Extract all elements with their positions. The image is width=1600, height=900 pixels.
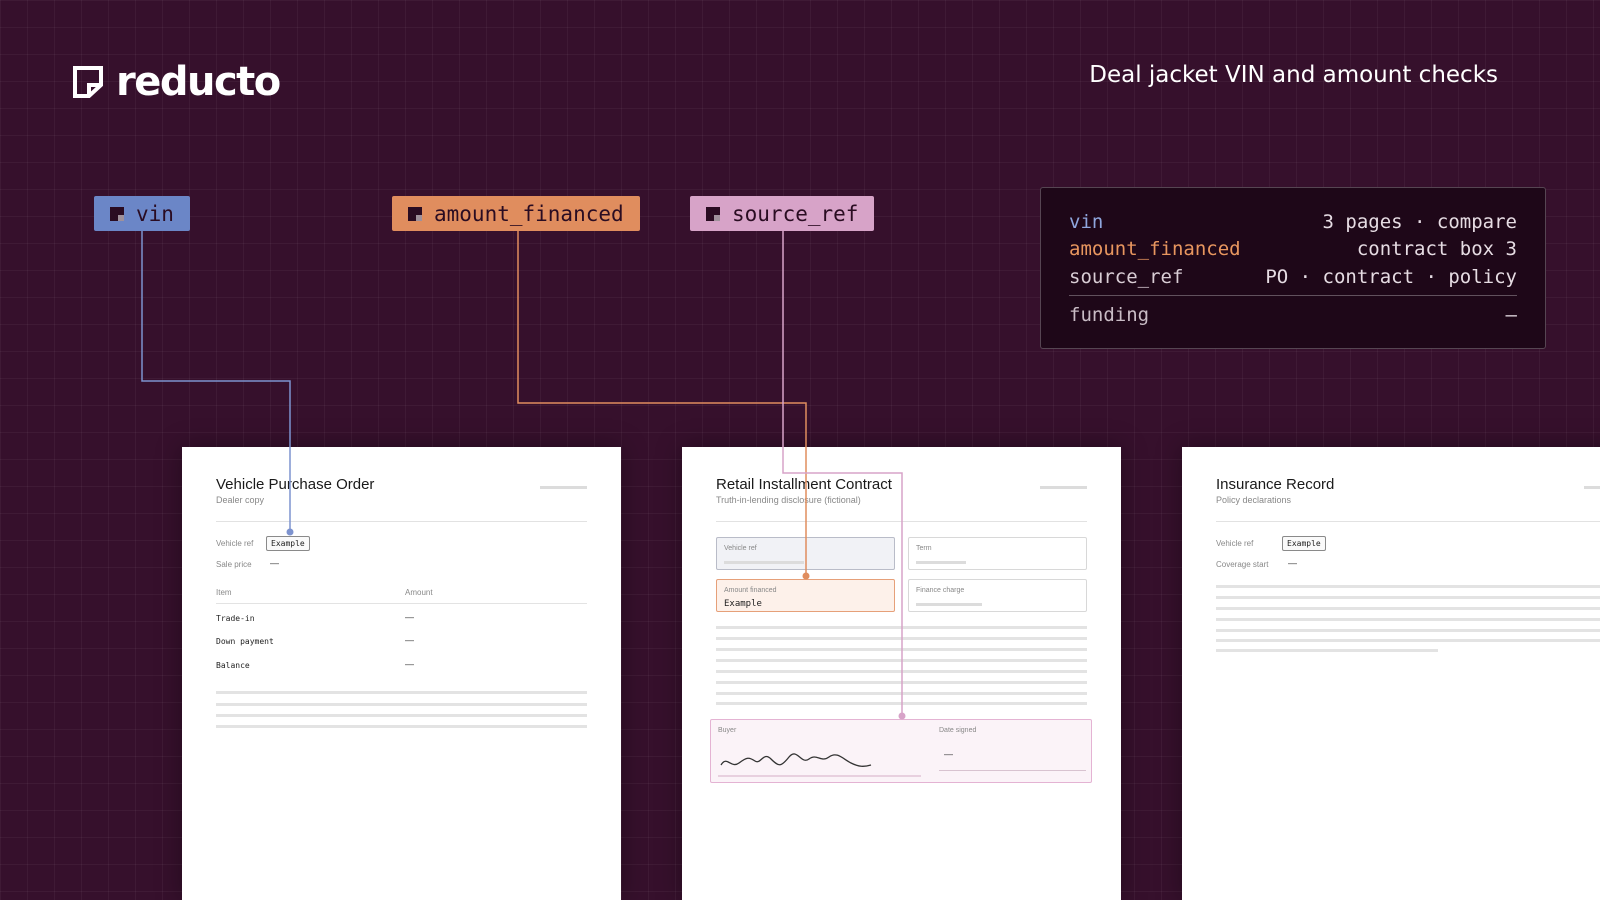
text-placeholder-line (716, 626, 1087, 629)
text-placeholder-line (216, 691, 587, 694)
vehicle-ref-label: Vehicle ref (216, 539, 254, 548)
table-header-item: Item (216, 588, 232, 597)
box-placeholder (724, 561, 804, 564)
chip-label: amount_financed (434, 201, 624, 226)
sale-price-value: — (270, 558, 279, 568)
box-placeholder (916, 603, 982, 606)
sale-price-label: Sale price (216, 560, 252, 569)
field-square-icon (408, 206, 422, 221)
text-placeholder-line (716, 659, 1087, 662)
summary-divider (1069, 294, 1517, 296)
coverage-start-value: — (1288, 558, 1297, 568)
document-subtitle: Dealer copy (216, 495, 265, 505)
text-placeholder-line (216, 714, 587, 717)
date-signed-label: Date signed (939, 727, 977, 734)
document-insurance-record: Insurance Record Policy declarations Veh… (1182, 447, 1600, 900)
reducto-logo-icon (73, 66, 103, 98)
finance-charge-box[interactable]: Finance charge (908, 579, 1087, 612)
divider (1216, 521, 1600, 522)
summary-value: contract box 3 (1356, 238, 1517, 261)
box-placeholder (916, 561, 966, 564)
table-row-amount: — (405, 635, 414, 645)
table-header-amount: Amount (405, 588, 433, 597)
text-placeholder-line (1216, 618, 1600, 621)
box-label: Vehicle ref (724, 545, 757, 552)
summary-row-amount-financed: amount_financed contract box 3 (1069, 236, 1517, 264)
document-installment-contract: Retail Installment Contract Truth-in-len… (682, 447, 1121, 900)
summary-key: funding (1069, 304, 1150, 327)
text-placeholder-line (716, 702, 1087, 705)
text-placeholder-line (1216, 585, 1600, 588)
text-placeholder-line (716, 637, 1087, 640)
date-signed-value: — (944, 749, 953, 759)
field-square-icon (706, 206, 720, 221)
text-placeholder-line (216, 703, 587, 706)
box-label: Finance charge (916, 587, 965, 594)
summary-row-vin: vin 3 pages · compare (1069, 208, 1517, 236)
text-placeholder-line (1216, 596, 1600, 599)
chip-amount-financed[interactable]: amount_financed (392, 196, 640, 231)
chip-source-ref[interactable]: source_ref (690, 196, 875, 231)
text-placeholder-line (716, 670, 1087, 673)
table-row-amount: — (405, 612, 414, 622)
header-dash (1040, 486, 1087, 489)
chip-label: vin (136, 201, 174, 226)
signature-block: Buyer Date signed — (710, 719, 1092, 783)
brand-logo: reducto (72, 59, 281, 105)
text-placeholder-line (716, 681, 1087, 684)
document-title: Vehicle Purchase Order (216, 476, 375, 493)
summary-panel: vin 3 pages · compare amount_financed co… (1040, 187, 1546, 349)
vehicle-ref-box[interactable]: Vehicle ref (716, 537, 895, 570)
summary-value: — (1505, 304, 1517, 327)
header-dash (1584, 486, 1600, 489)
text-placeholder-line (1216, 639, 1600, 642)
divider (216, 521, 587, 522)
vehicle-ref-label: Vehicle ref (1216, 539, 1254, 548)
table-row-item: Down payment (216, 637, 274, 646)
summary-value: PO · contract · policy (1265, 265, 1517, 288)
summary-value: 3 pages · compare (1322, 210, 1517, 233)
field-square-icon (110, 206, 124, 221)
text-placeholder-line (216, 725, 587, 728)
term-box[interactable]: Term (908, 537, 1087, 570)
summary-key: amount_financed (1069, 238, 1241, 261)
document-title: Retail Installment Contract (716, 476, 892, 493)
summary-key: source_ref (1069, 265, 1184, 288)
page-title: Deal jacket VIN and amount checks (1089, 62, 1498, 88)
table-row-item: Trade-in (216, 614, 255, 623)
box-label: Term (916, 545, 932, 552)
vehicle-ref-value[interactable]: Example (266, 536, 310, 551)
text-placeholder-line (1216, 629, 1600, 632)
divider (716, 521, 1087, 522)
text-placeholder-line (716, 648, 1087, 651)
chip-label: source_ref (732, 201, 859, 226)
brand-name: reducto (116, 59, 281, 105)
table-rule (216, 603, 587, 604)
text-placeholder-line (1216, 649, 1438, 652)
text-placeholder-line (1216, 607, 1600, 610)
document-subtitle: Policy declarations (1216, 495, 1292, 505)
document-title: Insurance Record (1216, 476, 1335, 493)
date-line (939, 770, 1086, 771)
text-placeholder-line (716, 692, 1087, 695)
buyer-label: Buyer (718, 727, 737, 734)
summary-row-source-ref: source_ref PO · contract · policy (1069, 263, 1517, 291)
signature-line (718, 775, 921, 777)
box-label: Amount financed (724, 587, 777, 594)
vehicle-ref-value[interactable]: Example (1282, 536, 1326, 551)
document-subtitle: Truth-in-lending disclosure (fictional) (716, 495, 861, 505)
summary-row-funding: funding — (1069, 302, 1517, 330)
table-row-item: Balance (216, 661, 250, 670)
header-dash (540, 486, 587, 489)
table-row-amount: — (405, 659, 414, 669)
signature-scribble (720, 753, 872, 767)
document-purchase-order: Vehicle Purchase Order Dealer copy Vehic… (182, 447, 621, 900)
coverage-start-label: Coverage start (1216, 560, 1269, 569)
amount-financed-value: Example (724, 599, 762, 609)
amount-financed-box[interactable]: Amount financed Example (716, 579, 895, 612)
chip-vin[interactable]: vin (94, 196, 190, 231)
summary-key: vin (1069, 210, 1104, 233)
